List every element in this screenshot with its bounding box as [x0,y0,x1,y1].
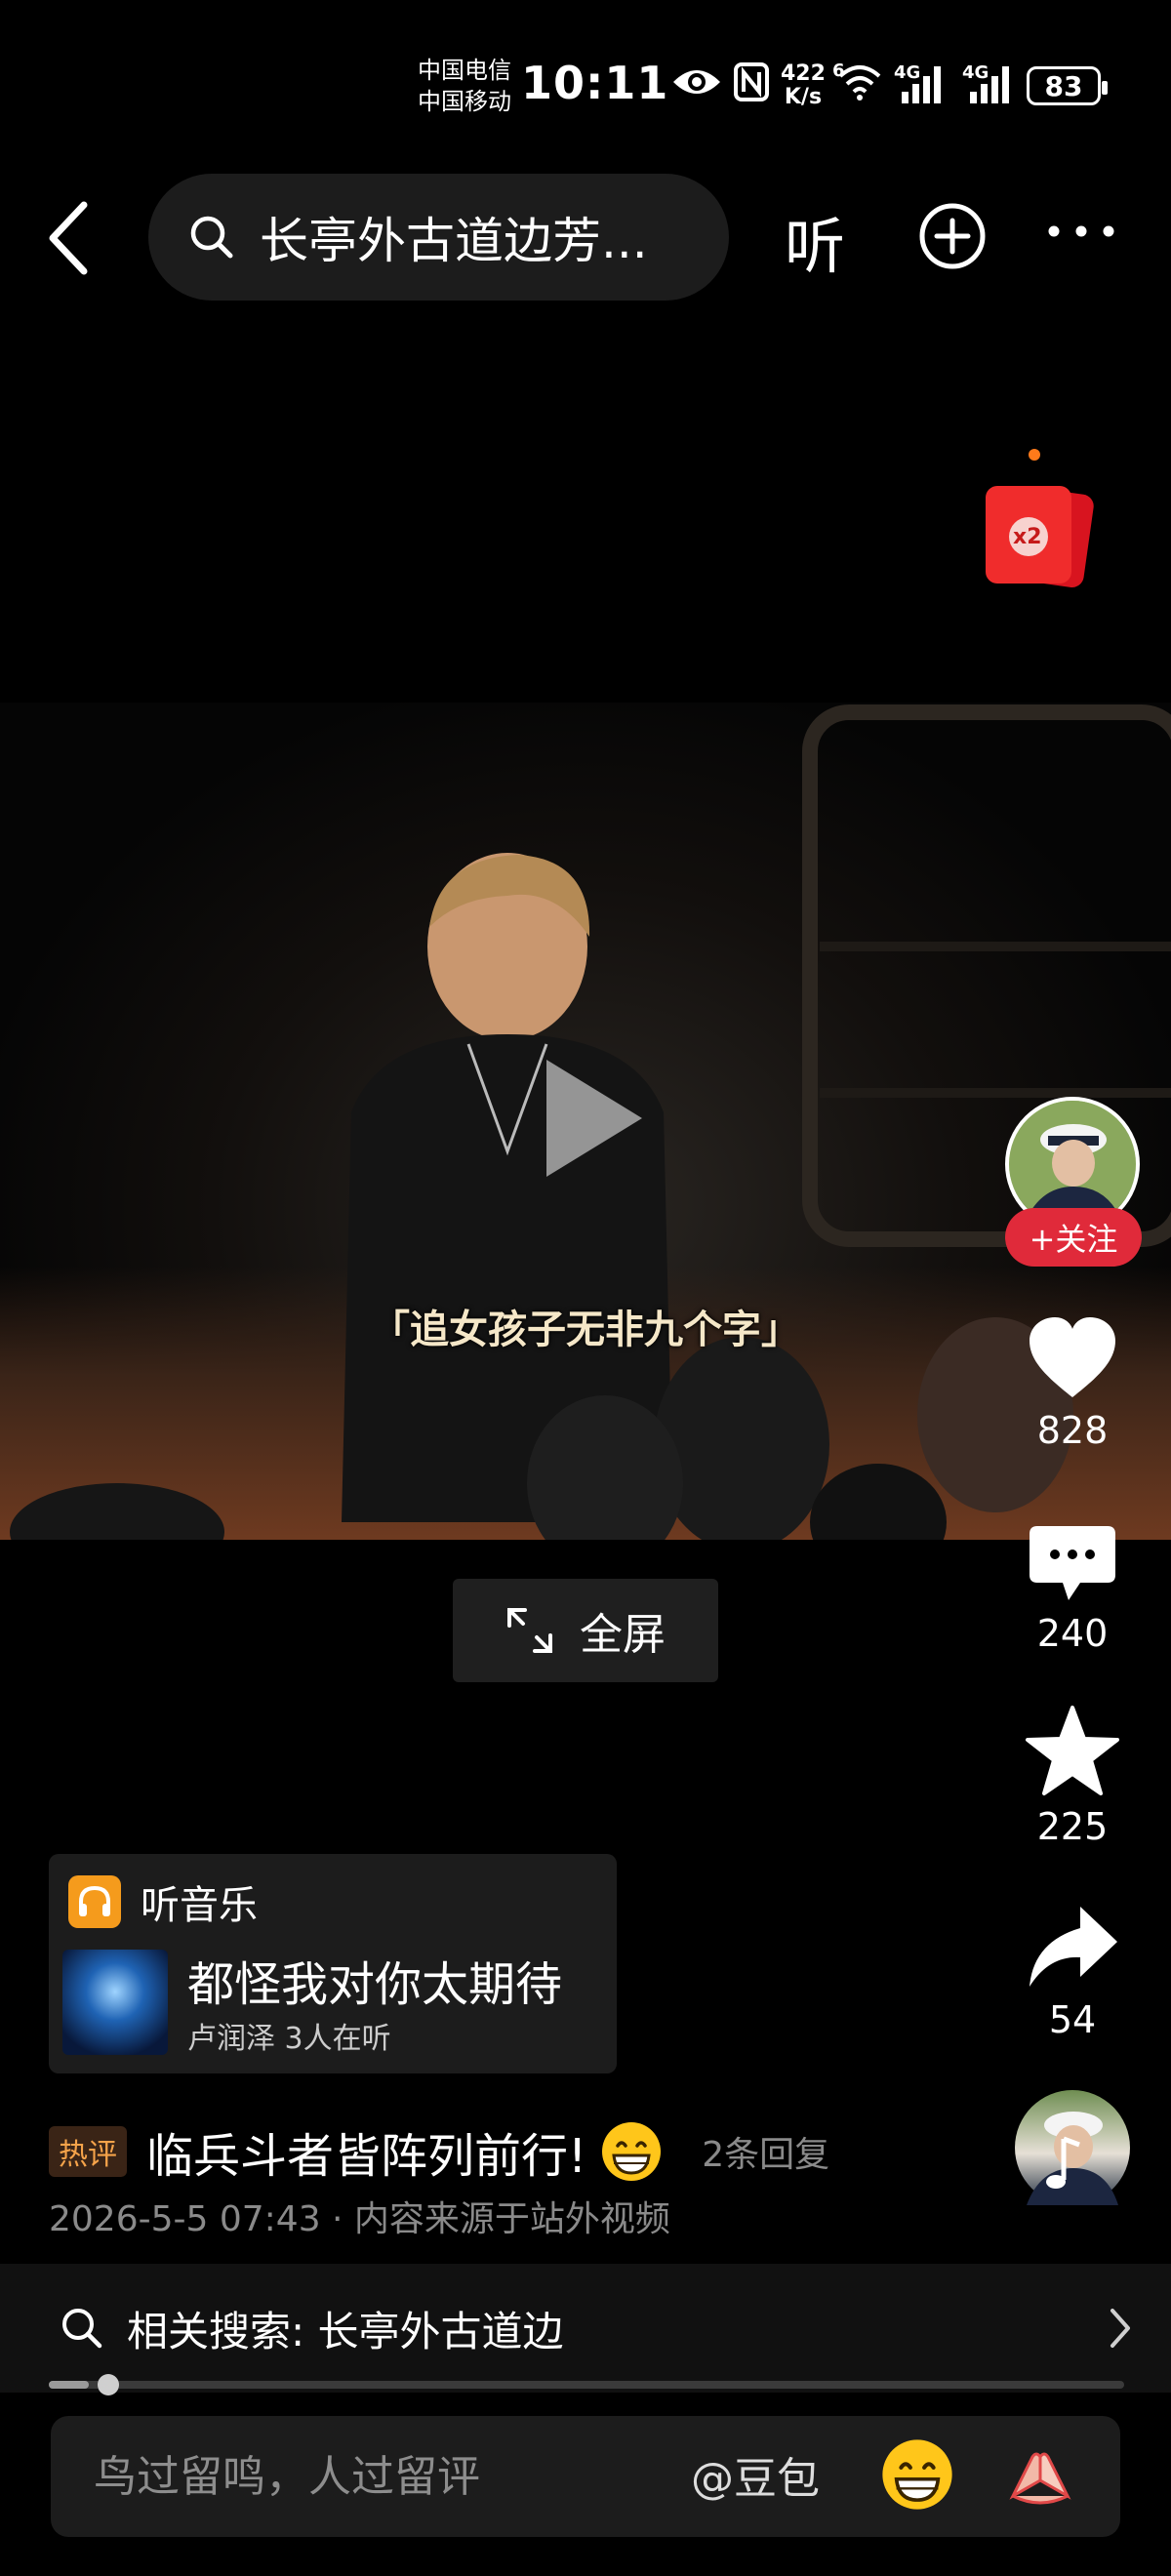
share-count: 54 [1048,1998,1097,2041]
fullscreen-button[interactable]: 全屏 [453,1579,718,1682]
music-card[interactable]: 听音乐 都怪我对你太期待 卢润泽 3人在听 [49,1854,617,2073]
eye-icon [673,70,720,94]
reply-count-link[interactable]: 2条回复 [702,2126,829,2177]
song-artist-listeners: 卢润泽 3人在听 [187,2022,391,2056]
battery-indicator: 83 [1027,66,1108,105]
status-time: 10:11 [521,57,669,109]
wifi-icon [838,65,881,101]
signal-bars-icon [902,66,941,103]
speed-value: 422 [781,61,826,86]
comment-button[interactable]: 240 [999,1522,1146,1655]
follow-button[interactable]: +关注 [1005,1208,1142,1267]
music-card-header: 听音乐 [68,1873,258,1930]
hot-comment-badge: 热评 [49,2126,127,2177]
music-card-title: 听音乐 [141,1883,258,1928]
more-dots-icon [1048,225,1114,237]
search-icon-small [62,2309,102,2349]
video-progress-bar[interactable] [49,2374,1124,2395]
search-query: 长亭外古道边芳... [260,213,648,269]
post-meta: 2026-5-5 07:43 · 内容来源于站外视频 [49,2199,670,2239]
add-button[interactable] [917,201,988,275]
chevron-right-icon [1110,2309,1130,2348]
expand-icon [507,1608,552,1653]
chevron-left-icon [49,201,88,275]
hot-comment-text: 临兵斗者皆阵列前行! [146,2129,587,2184]
red-envelope-icon [986,449,1094,587]
audience-heads [10,1317,1073,1540]
comment-count: 240 [1036,1612,1109,1655]
like-count: 828 [1036,1409,1109,1452]
music-note-icon [1027,2112,1118,2205]
grin-emoji-button-icon[interactable] [880,2437,954,2512]
speed-unit: K/s [784,85,823,109]
plus-circle-icon [919,203,986,269]
related-search-label: 相关搜索: 长亭外古道边 [127,2307,564,2355]
comment-input[interactable] [92,2450,681,2503]
signal-bars-icon-2 [970,66,1009,103]
search-icon [190,216,233,259]
carrier-labels: 中国电信 中国移动 [418,55,511,117]
like-button[interactable]: 828 [999,1315,1146,1452]
favorite-button[interactable]: 225 [999,1704,1146,1848]
back-button[interactable] [39,195,117,283]
carrier-1: 中国电信 [418,57,511,84]
music-author-avatar[interactable] [1015,2090,1130,2205]
video-subtitle: 「追女孩子无非九个字」 [371,1308,800,1352]
status-bar: 中国电信 中国移动 10:11 422 K/s 6 4G 4G 83 [0,0,1171,166]
share-button[interactable]: 54 [999,1903,1146,2041]
play-button[interactable] [535,1050,652,1190]
song-title: 都怪我对你太期待 [187,1957,563,2012]
album-cover [62,1950,168,2055]
search-bar[interactable]: 长亭外古道边芳... [148,174,729,301]
star-icon [1026,1706,1119,1795]
play-icon [546,1060,642,1177]
share-arrow-icon [1030,1907,1117,1987]
progress-knob[interactable] [97,2374,119,2395]
clap-hands-icon[interactable] [1003,2437,1077,2512]
related-search-bar[interactable]: 相关搜索: 长亭外古道边 [0,2264,1171,2393]
grin-emoji-icon [602,2122,662,2181]
red-packet-multiplier: x2 [1013,525,1042,549]
favorite-count: 225 [1036,1805,1109,1848]
carrier-2: 中国移动 [418,88,511,115]
hot-comment[interactable]: 热评 临兵斗者皆阵列前行! 2条回复 [49,2117,829,2186]
mention-button[interactable]: @豆包 [691,2443,820,2506]
red-packet-widget[interactable]: x2 [976,447,1103,593]
fullscreen-label: 全屏 [580,1610,666,1660]
progress-fill [49,2381,89,2389]
more-button[interactable] [1044,217,1118,250]
heart-icon [1030,1317,1115,1397]
comment-bubble-icon [1030,1526,1115,1600]
network-speed: 422 K/s [781,62,826,109]
headphones-icon [68,1875,121,1928]
comment-input-bar[interactable]: @豆包 [51,2416,1120,2537]
listen-button[interactable]: 听 [785,197,845,285]
nfc-icon [734,62,769,101]
